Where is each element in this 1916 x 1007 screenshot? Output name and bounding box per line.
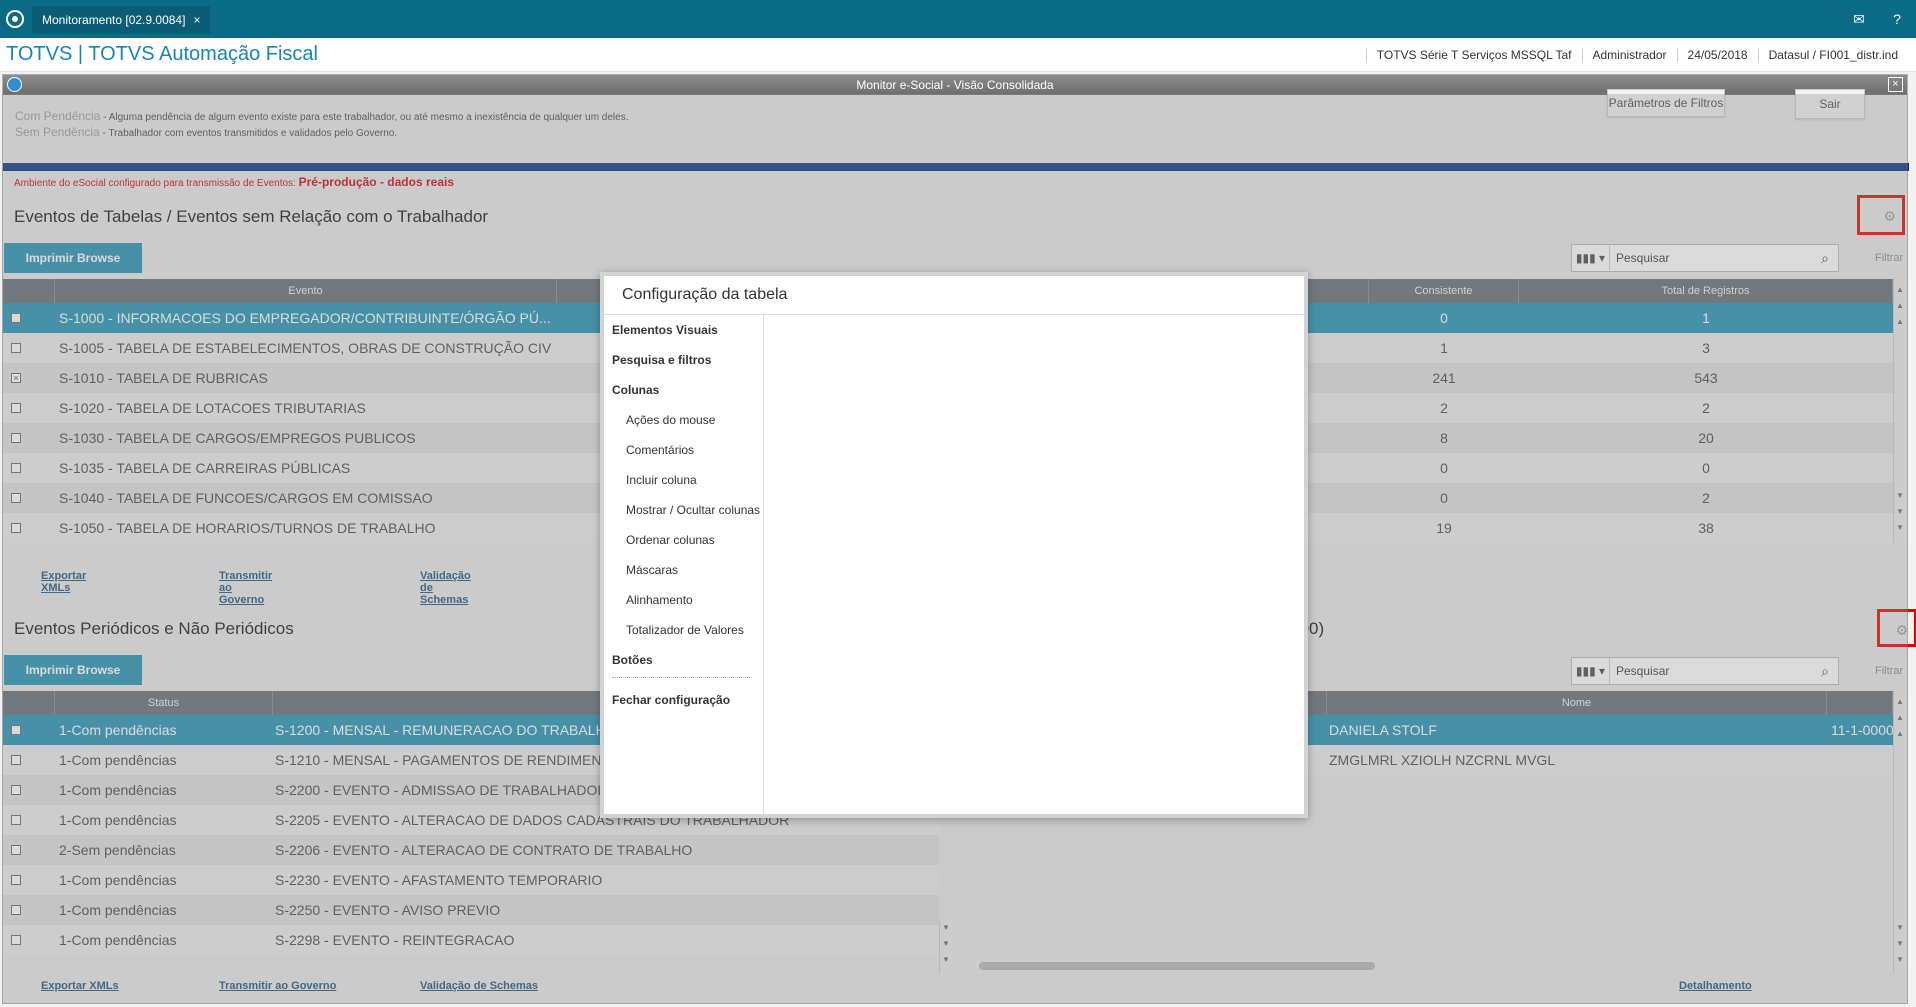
date-label: 24/05/2018 [1676, 48, 1758, 62]
app-header: TOTVS | TOTVS Automação Fiscal TOTVS Sér… [0, 38, 1916, 72]
tab-monitoramento[interactable]: Monitoramento [02.9.0084] × [32, 6, 211, 34]
menu-item[interactable]: Comentários [626, 443, 694, 457]
menu-item[interactable]: Ações do mouse [626, 413, 715, 427]
menu-item[interactable]: Totalizador de Valores [626, 623, 744, 637]
totvs-logo-icon[interactable] [6, 10, 24, 28]
tab-close-icon[interactable]: × [193, 6, 200, 34]
top-bar: Monitoramento [02.9.0084] × ✉ ? [0, 0, 1916, 38]
user-label: Administrador [1581, 48, 1677, 62]
window-icon [7, 77, 22, 92]
window-close-icon[interactable]: × [1888, 77, 1903, 92]
app-title: TOTVS | TOTVS Automação Fiscal [6, 43, 318, 65]
help-icon[interactable]: ? [1878, 0, 1916, 38]
mail-icon[interactable]: ✉ [1840, 0, 1878, 38]
menu-item[interactable]: Botões [612, 653, 653, 667]
close-config-button[interactable]: Fechar configuração [612, 693, 730, 707]
environment-label: TOTVS Série T Serviços MSSQL Taf [1365, 48, 1582, 62]
table-config-modal: Configuração da tabela Elementos Visuais… [600, 272, 1308, 818]
menu-item[interactable]: Máscaras [626, 563, 678, 577]
menu-item[interactable]: Alinhamento [626, 593, 693, 607]
menu-item[interactable]: Pesquisa e filtros [612, 353, 711, 367]
path-label: Datasul / FI001_distr.ind [1757, 48, 1908, 62]
modal-title: Configuração da tabela [622, 286, 788, 303]
menu-item[interactable]: Colunas [612, 383, 659, 397]
menu-item[interactable]: Mostrar / Ocultar colunas [626, 503, 760, 517]
tab-label: Monitoramento [02.9.0084] [42, 13, 186, 27]
menu-separator [612, 677, 752, 678]
window-title: Monitor e-Social - Visão Consolidada [856, 78, 1054, 92]
menu-item[interactable]: Elementos Visuais [612, 323, 718, 337]
modal-menu: Elementos Visuais Pesquisa e filtros Colun… [604, 315, 764, 814]
menu-item[interactable]: Incluir coluna [626, 473, 697, 487]
menu-item[interactable]: Ordenar colunas [626, 533, 715, 547]
